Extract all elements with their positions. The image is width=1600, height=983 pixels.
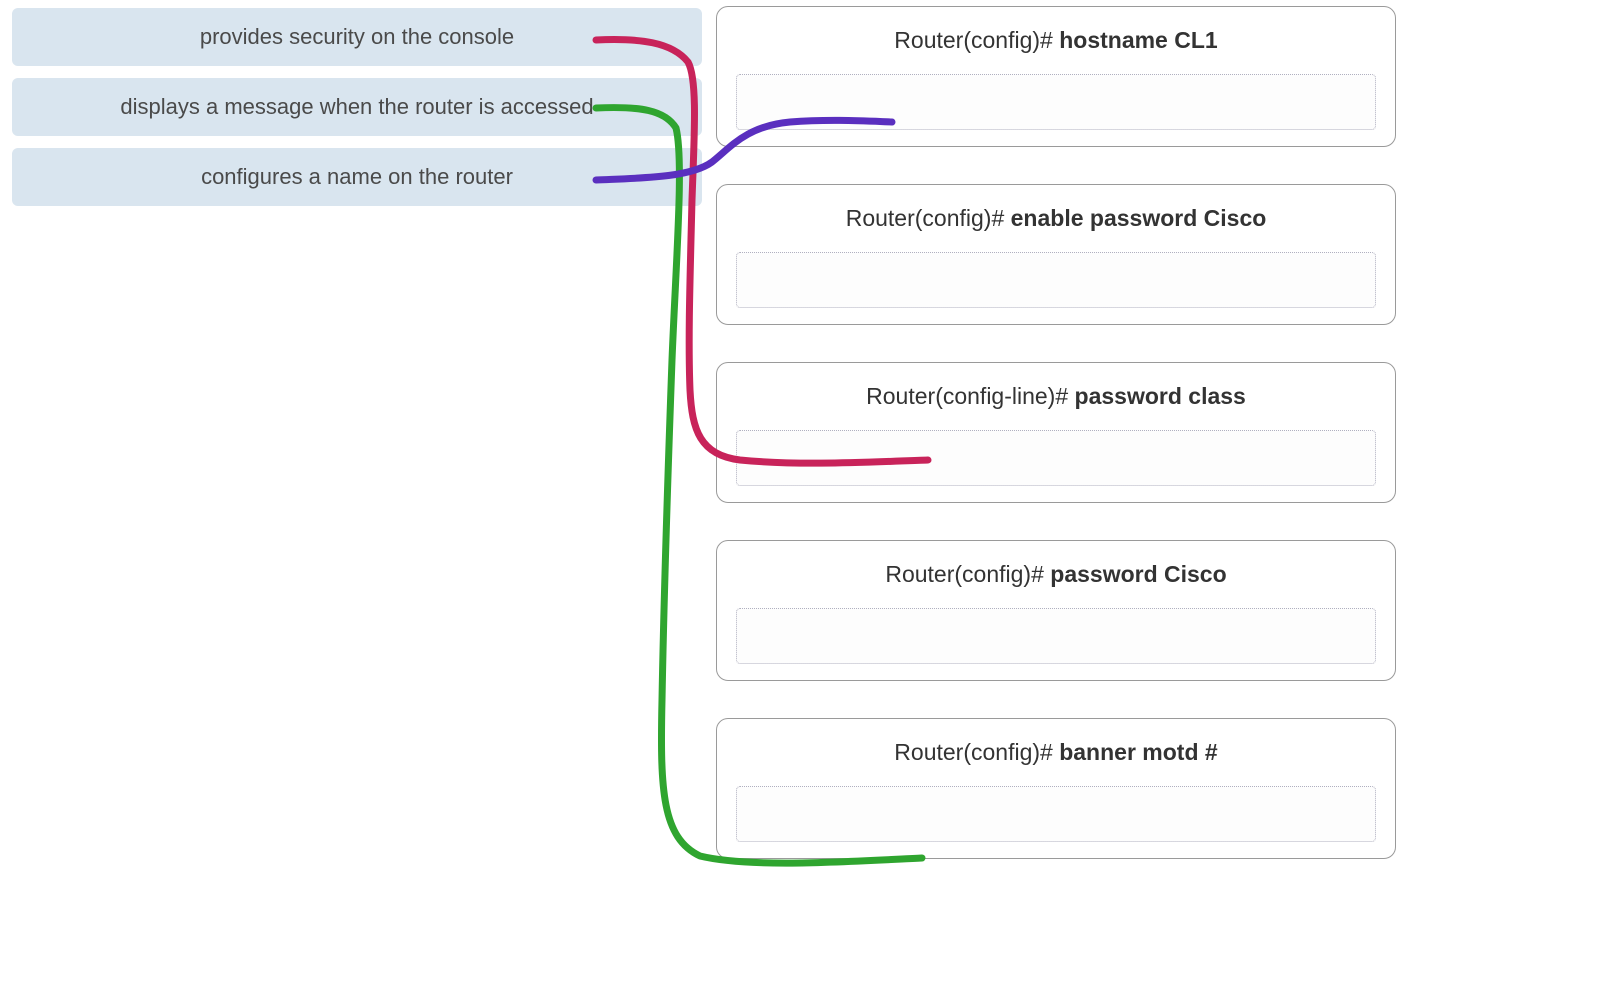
card-title: Router(config-line)# password class <box>866 383 1246 410</box>
card-line-password: Router(config-line)# password class <box>716 362 1396 503</box>
card-title: Router(config)# password Cisco <box>885 561 1226 588</box>
prompt: Router(config)# <box>894 27 1059 53</box>
left-item-message[interactable]: displays a message when the router is ac… <box>12 78 702 136</box>
command: password class <box>1075 383 1246 409</box>
prompt: Router(config)# <box>894 739 1059 765</box>
left-item-security[interactable]: provides security on the console <box>12 8 702 66</box>
dropzone[interactable] <box>736 252 1376 308</box>
command: hostname CL1 <box>1059 27 1217 53</box>
left-item-label: displays a message when the router is ac… <box>120 94 593 120</box>
left-item-label: provides security on the console <box>200 24 514 50</box>
dropzone[interactable] <box>736 786 1376 842</box>
card-hostname: Router(config)# hostname CL1 <box>716 6 1396 147</box>
left-item-label: configures a name on the router <box>201 164 513 190</box>
command: enable password Cisco <box>1011 205 1267 231</box>
command: banner motd # <box>1059 739 1217 765</box>
dropzone[interactable] <box>736 608 1376 664</box>
card-password: Router(config)# password Cisco <box>716 540 1396 681</box>
card-enable-password: Router(config)# enable password Cisco <box>716 184 1396 325</box>
prompt: Router(config)# <box>885 561 1050 587</box>
prompt: Router(config-line)# <box>866 383 1074 409</box>
card-title: Router(config)# enable password Cisco <box>846 205 1267 232</box>
card-title: Router(config)# banner motd # <box>894 739 1217 766</box>
command: password Cisco <box>1050 561 1226 587</box>
dropzone[interactable] <box>736 430 1376 486</box>
card-banner-motd: Router(config)# banner motd # <box>716 718 1396 859</box>
card-title: Router(config)# hostname CL1 <box>894 27 1217 54</box>
dropzone[interactable] <box>736 74 1376 130</box>
prompt: Router(config)# <box>846 205 1011 231</box>
left-item-hostname[interactable]: configures a name on the router <box>12 148 702 206</box>
